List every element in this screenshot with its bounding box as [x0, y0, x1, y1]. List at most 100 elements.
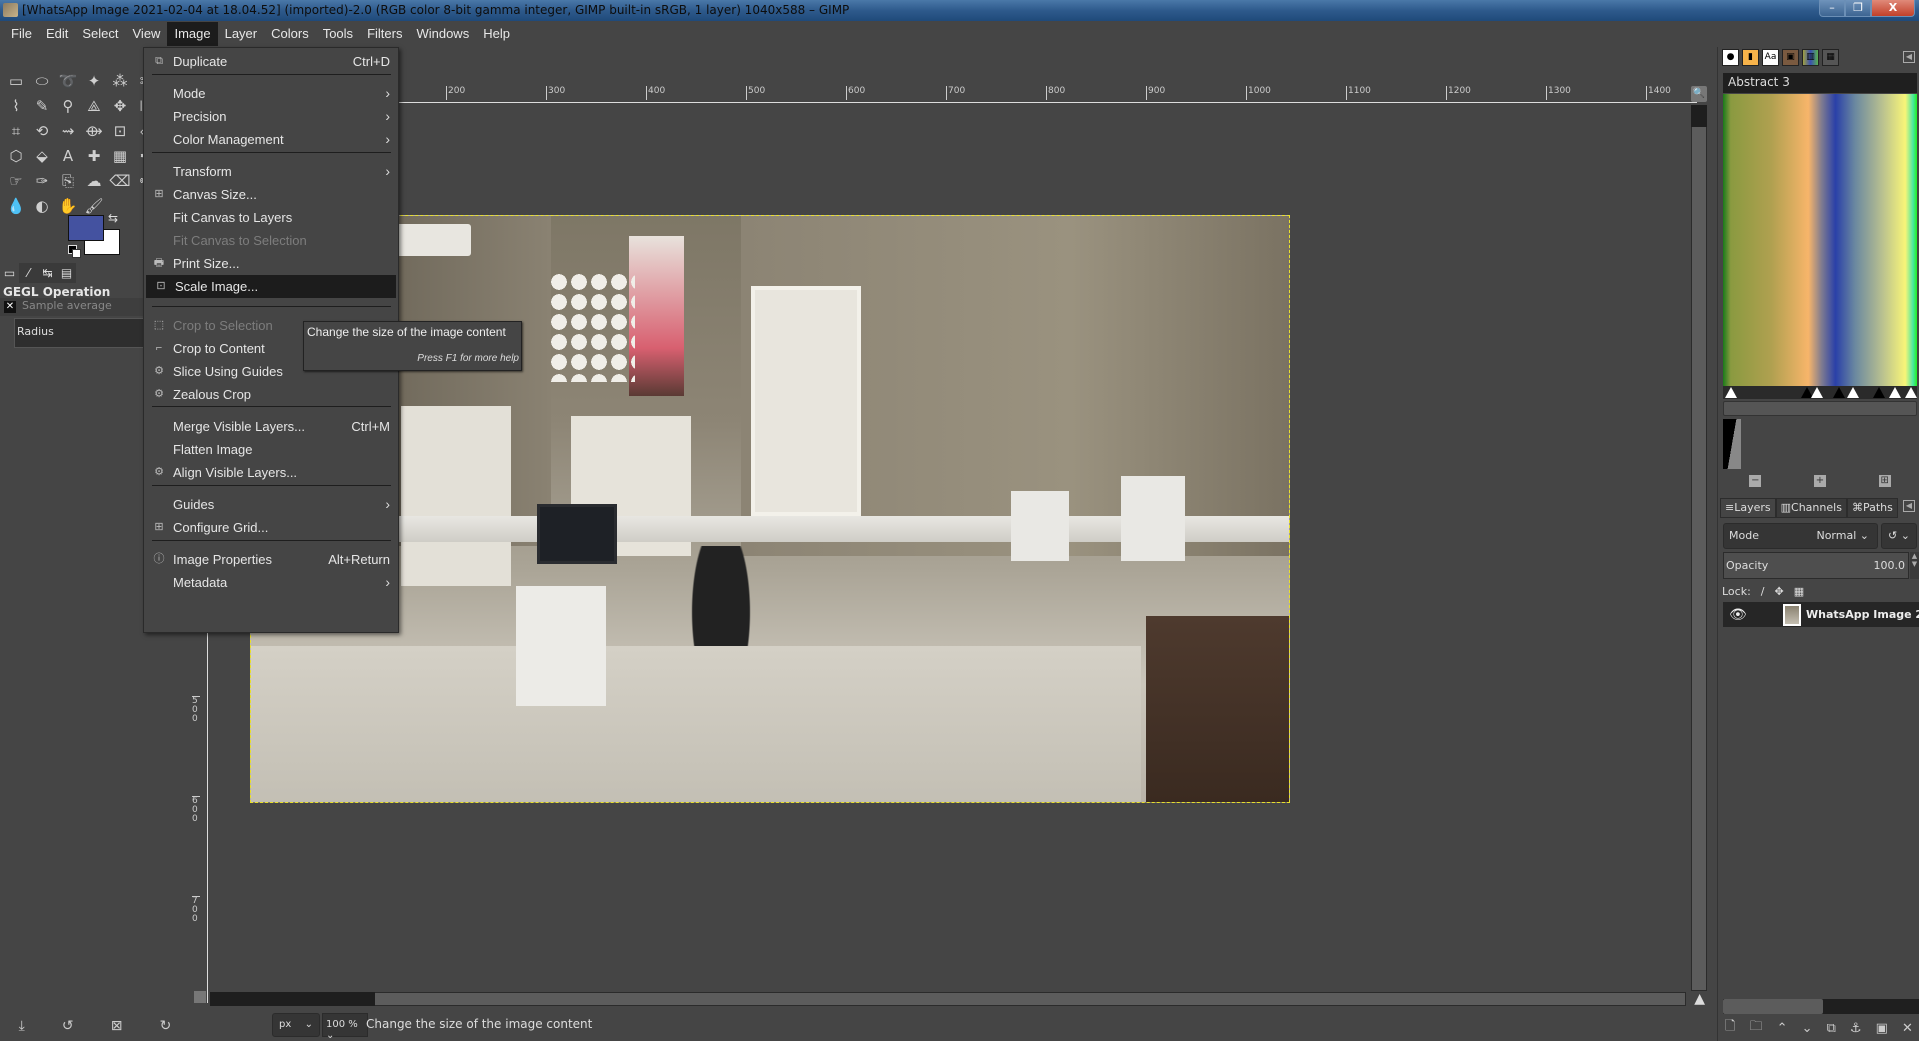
zoom-out-icon[interactable]: − — [1749, 475, 1762, 487]
menu-item-flatten-image[interactable]: Flatten Image — [144, 438, 398, 461]
eraser-tool-icon[interactable]: ⌫ — [108, 169, 132, 193]
composite-mode-select[interactable]: ↺ ⌄ — [1881, 523, 1917, 549]
sample-average-checkbox[interactable]: ✕ — [4, 301, 16, 313]
lock-alpha-icon[interactable]: ▦ — [1794, 585, 1804, 598]
gradient-slider[interactable] — [1723, 401, 1917, 416]
menu-item-configure-grid[interactable]: ⊞ Configure Grid... — [144, 516, 398, 539]
vertical-scrollbar[interactable] — [1691, 105, 1707, 991]
menu-item-mode[interactable]: Mode › — [144, 82, 398, 105]
layer-mask-icon[interactable]: ▣ — [1876, 1021, 1888, 1036]
minimize-button[interactable]: – — [1819, 0, 1845, 17]
handle-transform-tool-icon[interactable]: ⟴ — [82, 119, 106, 143]
palette-icon[interactable]: ▦ — [1822, 49, 1839, 66]
menu-help[interactable]: Help — [476, 22, 517, 46]
dock-menu-icon[interactable]: ◀ — [1903, 51, 1915, 63]
gradient-icon[interactable]: ▥ — [1802, 49, 1819, 66]
by-color-select-tool-icon[interactable]: ⁂ — [108, 69, 132, 93]
menu-select[interactable]: Select — [75, 22, 125, 46]
menu-item-fit-canvas-to-layers[interactable]: Fit Canvas to Layers — [144, 206, 398, 229]
gradient-tool-icon[interactable]: ▦ — [108, 144, 132, 168]
reset-options-icon[interactable]: ↻ — [160, 1018, 172, 1034]
tab-layers[interactable]: ≡Layers — [1720, 498, 1776, 518]
delete-options-icon[interactable]: ⊠ — [111, 1018, 123, 1034]
tab-channels[interactable]: ▥Channels — [1775, 498, 1847, 518]
free-select-tool-icon[interactable]: ➰ — [56, 69, 80, 93]
blur-tool-icon[interactable]: 💧 — [4, 194, 28, 218]
menu-image[interactable]: Image — [167, 22, 218, 46]
gradient-stop[interactable] — [1811, 387, 1823, 398]
menu-item-guides[interactable]: Guides › — [144, 493, 398, 516]
crop-tool-icon[interactable]: ⌗ — [4, 119, 28, 143]
gradient-stop[interactable] — [1873, 387, 1885, 398]
reset-colors-icon[interactable] — [68, 245, 81, 258]
layer-item[interactable]: 👁 WhatsApp Image 2021-02-04 at 18.04.52 — [1723, 602, 1919, 627]
menu-item-duplicate[interactable]: ⧉ Duplicate Ctrl+D — [144, 50, 398, 73]
duplicate-layer-icon[interactable]: ⧉ — [1827, 1021, 1836, 1036]
menu-view[interactable]: View — [126, 22, 168, 46]
unit-select[interactable]: px ⌄ — [272, 1013, 320, 1037]
navigate-icon[interactable]: ▲ — [1694, 991, 1705, 1007]
horizontal-ruler[interactable]: 200 300 400 500 600 700 800 900 1000 1100 1200 1300… — [208, 86, 1697, 103]
menu-item-transform[interactable]: Transform › — [144, 160, 398, 183]
unified-transform-tool-icon[interactable]: ⟲ — [30, 119, 54, 143]
layers-hscrollbar-thumb[interactable] — [1723, 999, 1823, 1014]
anchor-layer-icon[interactable]: ⚓ — [1850, 1021, 1862, 1036]
menu-filters[interactable]: Filters — [360, 22, 409, 46]
menu-colors[interactable]: Colors — [264, 22, 316, 46]
horizontal-scrollbar[interactable] — [210, 992, 1686, 1006]
menu-tools[interactable]: Tools — [316, 22, 360, 46]
gradient-stop[interactable] — [1833, 387, 1845, 398]
save-options-icon[interactable]: ⤓ — [19, 1018, 25, 1034]
bucket-fill-tool-icon[interactable]: ⬙ — [30, 144, 54, 168]
lock-pixels-icon[interactable]: / — [1761, 585, 1765, 598]
smudge-tool-icon[interactable]: ☞ — [4, 169, 28, 193]
foreground-color-swatch[interactable] — [68, 215, 104, 241]
close-button[interactable]: X — [1871, 0, 1915, 17]
maximize-button[interactable]: ❐ — [1845, 0, 1871, 17]
airbrush-tool-icon[interactable]: ☁ — [82, 169, 106, 193]
text-tool-icon[interactable]: A — [56, 144, 80, 168]
zoom-select[interactable]: 100 % ⌄ — [322, 1013, 368, 1041]
layers-dock-menu-icon[interactable]: ◀ — [1903, 500, 1915, 512]
restore-options-icon[interactable]: ↺ — [62, 1018, 74, 1034]
clone-tool-icon[interactable]: ⎘ — [56, 169, 80, 193]
undo-history-tab-icon[interactable]: ↹ — [38, 263, 57, 283]
lower-layer-icon[interactable]: ⌄ — [1802, 1021, 1813, 1036]
ink-tool-icon[interactable]: ✑ — [30, 169, 54, 193]
menu-item-canvas-size[interactable]: ⊞ Canvas Size... — [144, 183, 398, 206]
brush-icon[interactable]: ● — [1722, 49, 1739, 66]
images-tab-icon[interactable]: ▤ — [57, 263, 76, 283]
menu-item-color-management[interactable]: Color Management › — [144, 128, 398, 151]
gradient-stops[interactable] — [1723, 386, 1917, 399]
gradient-stop[interactable] — [1847, 387, 1859, 398]
pattern-icon[interactable]: ▮ — [1742, 49, 1759, 66]
menu-item-scale-image[interactable]: ⊡ Scale Image... — [146, 275, 396, 298]
menu-layer[interactable]: Layer — [218, 22, 265, 46]
new-layer-icon[interactable]: 🗋 — [1725, 1017, 1735, 1039]
image-icon[interactable]: ▣ — [1782, 49, 1799, 66]
3d-transform-tool-icon[interactable]: ⬡ — [4, 144, 28, 168]
layer-name[interactable]: WhatsApp Image 2021-02-04 at 18.04.52 — [1806, 608, 1919, 621]
horizontal-scrollbar-track[interactable] — [210, 992, 375, 1006]
menu-edit[interactable]: Edit — [39, 22, 75, 46]
measure-tool-icon[interactable]: ⟁ — [82, 94, 106, 118]
gradient-stop[interactable] — [1725, 387, 1737, 398]
menu-item-metadata[interactable]: Metadata › — [144, 571, 398, 594]
rect-select-tool-icon[interactable]: ▭ — [4, 69, 28, 93]
tool-options-tab-icon[interactable]: ▭ — [0, 263, 19, 283]
color-picker-tool-icon[interactable]: ✎ — [30, 94, 54, 118]
lock-position-icon[interactable]: ✥ — [1775, 585, 1784, 598]
move-tool-icon[interactable]: ✥ — [108, 94, 132, 118]
paths-tool-icon[interactable]: ⌇ — [4, 94, 28, 118]
gradient-preview[interactable] — [1723, 94, 1917, 386]
cage-tool-icon[interactable]: ⊡ — [108, 119, 132, 143]
visibility-eye-icon[interactable]: 👁 — [1729, 607, 1747, 623]
dodge-tool-icon[interactable]: ◐ — [30, 194, 54, 218]
font-icon[interactable]: Aa — [1762, 49, 1779, 66]
menu-item-print-size[interactable]: 🖶 Print Size... — [144, 252, 398, 275]
raise-layer-icon[interactable]: ⌃ — [1777, 1021, 1788, 1036]
opacity-field[interactable]: Opacity 100.0 — [1723, 552, 1909, 579]
zoom-in-icon[interactable]: + — [1813, 475, 1826, 487]
device-status-tab-icon[interactable]: ⁄ — [19, 263, 38, 283]
zoom-tool-icon[interactable]: ⚲ — [56, 94, 80, 118]
